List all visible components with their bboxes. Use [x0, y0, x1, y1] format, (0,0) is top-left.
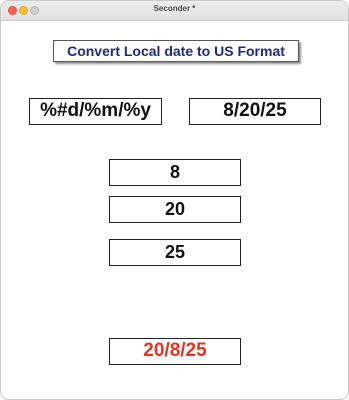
- month-field[interactable]: 8: [109, 159, 241, 186]
- us-date-field[interactable]: 8/20/25: [189, 98, 321, 125]
- app-window: Seconder * Convert Local date to US Form…: [0, 0, 349, 400]
- day-field[interactable]: 20: [109, 196, 241, 223]
- year-field[interactable]: 25: [109, 239, 241, 266]
- format-field[interactable]: %#d/%m/%y: [29, 98, 162, 125]
- title-bar[interactable]: Seconder *: [1, 1, 348, 21]
- convert-button[interactable]: Convert Local date to US Format: [53, 40, 299, 62]
- window-title: Seconder *: [153, 4, 196, 13]
- result-field: 20/8/25: [109, 338, 241, 365]
